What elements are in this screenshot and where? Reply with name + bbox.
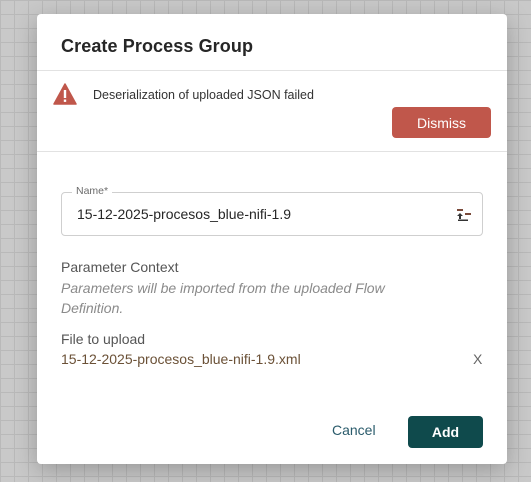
upload-flow-icon[interactable] [456,206,472,222]
add-button[interactable]: Add [408,416,483,448]
name-field-label: Name* [72,185,113,197]
warning-triangle-icon [53,83,77,105]
dismiss-button[interactable]: Dismiss [392,107,491,138]
parameter-context-label: Parameter Context [61,259,179,275]
name-input[interactable]: 15-12-2025-procesos_blue-nifi-1.9 [77,206,291,222]
divider [37,70,507,71]
error-message: Deserialization of uploaded JSON failed [93,88,314,102]
remove-file-button[interactable]: X [473,351,482,367]
name-field[interactable]: Name* 15-12-2025-procesos_blue-nifi-1.9 [61,185,483,236]
dialog-title: Create Process Group [61,36,254,56]
uploaded-file-name: 15-12-2025-procesos_blue-nifi-1.9.xml [61,351,301,367]
file-upload-label: File to upload [61,331,146,347]
divider [37,151,507,152]
cancel-button[interactable]: Cancel [332,422,376,438]
parameter-context-note: Parameters will be imported from the upl… [61,280,385,316]
create-process-group-dialog: Create Process Group Deserialization of … [37,14,507,464]
